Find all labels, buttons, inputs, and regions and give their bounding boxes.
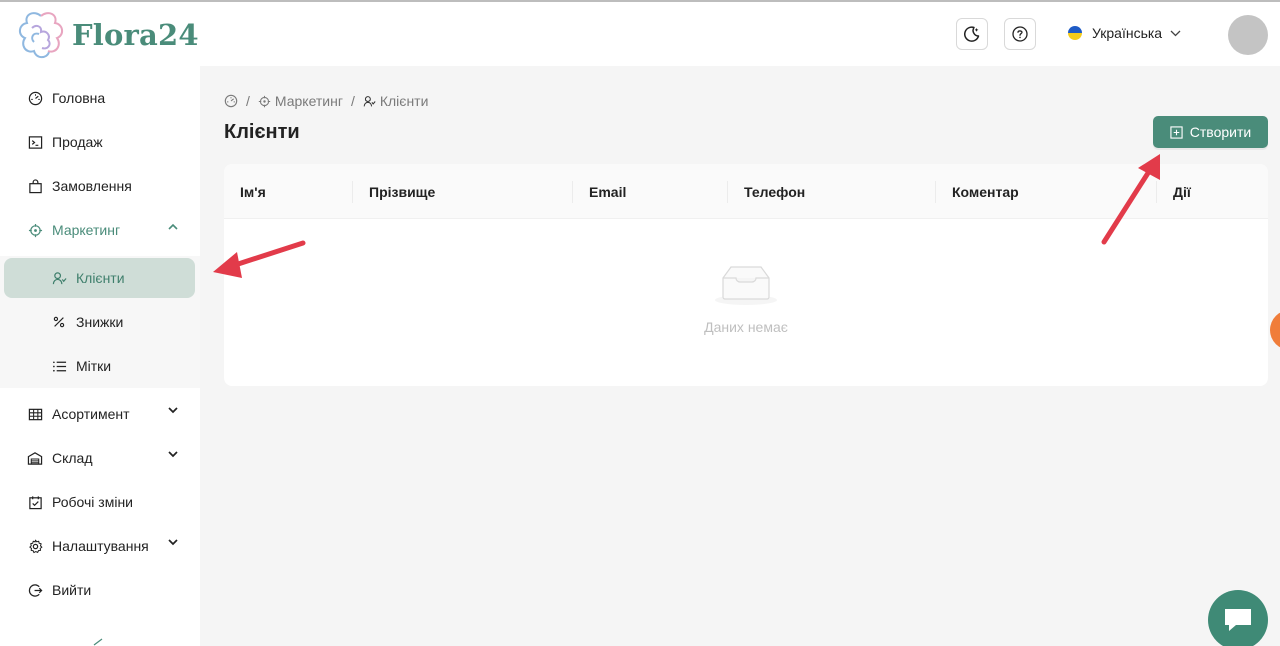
sidebar-item-logout[interactable]: Вийти (0, 568, 200, 612)
user-avatar[interactable] (1228, 15, 1268, 55)
moon-icon (964, 26, 980, 42)
empty-inbox-icon (715, 266, 777, 305)
empty-state-text: Даних немає (704, 319, 788, 335)
chevron-down-icon (168, 451, 178, 458)
breadcrumb: / Маркетинг / Клієнти (224, 93, 428, 109)
chevron-down-icon (1170, 30, 1181, 36)
logout-icon (27, 582, 43, 598)
chevron-down-icon (168, 407, 178, 414)
calendar-check-icon (27, 494, 43, 510)
create-button-label: Створити (1189, 124, 1252, 140)
chevron-down-icon (168, 539, 178, 546)
table-icon (27, 406, 43, 422)
aim-icon (27, 222, 43, 238)
empty-state (224, 264, 1268, 311)
marketing-submenu: Клієнти Знижки Мітки (0, 256, 200, 388)
sidebar-item-label: Налаштування (52, 538, 149, 554)
sidebar-item-label: Вийти (52, 582, 92, 598)
language-label: Українська (1092, 25, 1163, 41)
collapse-icon[interactable] (90, 636, 104, 646)
column-header-first-name[interactable]: Ім'я (240, 164, 266, 219)
sidebar-item-sales[interactable]: Продаж (0, 120, 200, 164)
language-selector[interactable]: Українська (1068, 25, 1181, 41)
breadcrumb-clients: Клієнти (363, 93, 429, 109)
sidebar-item-clients[interactable]: Клієнти (4, 258, 195, 298)
column-header-phone[interactable]: Телефон (744, 164, 805, 219)
shopping-bag-icon (27, 178, 43, 194)
users-icon (51, 270, 67, 286)
column-header-actions: Дії (1173, 183, 1191, 200)
dashboard-icon[interactable] (224, 94, 238, 108)
sidebar-item-label: Продаж (52, 134, 103, 150)
top-header: Flora24 Українська (0, 2, 1280, 66)
column-header-last-name[interactable]: Прізвище (369, 164, 435, 219)
sidebar-item-discounts[interactable]: Знижки (4, 302, 195, 342)
sidebar-item-assortment[interactable]: Асортимент (0, 392, 200, 436)
breadcrumb-label: Маркетинг (274, 93, 343, 109)
ukraine-flag-icon (1068, 26, 1082, 40)
logo[interactable]: Flora24 (14, 8, 199, 62)
table-header: Ім'я Прізвище Email Телефон Коментар Дії (224, 164, 1268, 219)
breadcrumb-separator: / (246, 93, 250, 109)
sidebar-item-marketing[interactable]: Маркетинг (0, 208, 200, 252)
gear-icon (27, 538, 43, 554)
chevron-up-icon (168, 223, 178, 230)
aim-icon (258, 95, 271, 107)
sidebar-item-label: Маркетинг (52, 222, 121, 238)
sidebar-item-shifts[interactable]: Робочі зміни (0, 480, 200, 524)
sidebar-item-label: Замовлення (52, 178, 132, 194)
sidebar-item-label: Робочі зміни (52, 494, 134, 510)
breadcrumb-marketing[interactable]: Маркетинг (258, 93, 343, 109)
sidebar-item-label: Клієнти (76, 270, 125, 286)
sidebar-item-label: Склад (52, 450, 93, 466)
sidebar-item-label: Головна (52, 90, 106, 106)
sidebar-item-label: Знижки (76, 314, 124, 330)
help-button[interactable] (1004, 18, 1036, 50)
column-header-comment[interactable]: Коментар (952, 164, 1019, 219)
chat-button[interactable] (1208, 590, 1268, 646)
sidebar: Головна Продаж Замовлення Маркетинг Кліє… (0, 66, 200, 646)
dashboard-icon (27, 90, 43, 106)
terminal-icon (27, 134, 43, 150)
sidebar-item-settings[interactable]: Налаштування (0, 524, 200, 568)
column-header-email[interactable]: Email (589, 164, 626, 219)
sidebar-item-orders[interactable]: Замовлення (0, 164, 200, 208)
plus-square-icon (1170, 125, 1183, 139)
list-icon (51, 358, 67, 374)
question-circle-icon (1012, 26, 1028, 42)
breadcrumb-label: Клієнти (379, 93, 429, 109)
flower-logo-icon (19, 12, 63, 59)
chat-bubble-icon (1225, 609, 1251, 631)
sidebar-item-tags[interactable]: Мітки (4, 346, 195, 386)
clients-table: Ім'я Прізвище Email Телефон Коментар Дії… (224, 164, 1268, 386)
sidebar-item-label: Мітки (76, 358, 112, 374)
percent-icon (51, 314, 67, 330)
theme-toggle-button[interactable] (956, 18, 988, 50)
create-button[interactable]: Створити (1153, 116, 1268, 148)
main-content: / Маркетинг / Клієнти Клієнти Створити І… (200, 66, 1280, 646)
warehouse-icon (27, 450, 43, 466)
sidebar-item-label: Асортимент (52, 406, 130, 422)
sidebar-item-home[interactable]: Головна (0, 76, 200, 120)
breadcrumb-separator: / (350, 93, 355, 109)
users-icon (363, 95, 376, 106)
page-title: Клієнти (224, 121, 300, 143)
logo-text: Flora24 (72, 18, 199, 52)
sidebar-item-warehouse[interactable]: Склад (0, 436, 200, 480)
